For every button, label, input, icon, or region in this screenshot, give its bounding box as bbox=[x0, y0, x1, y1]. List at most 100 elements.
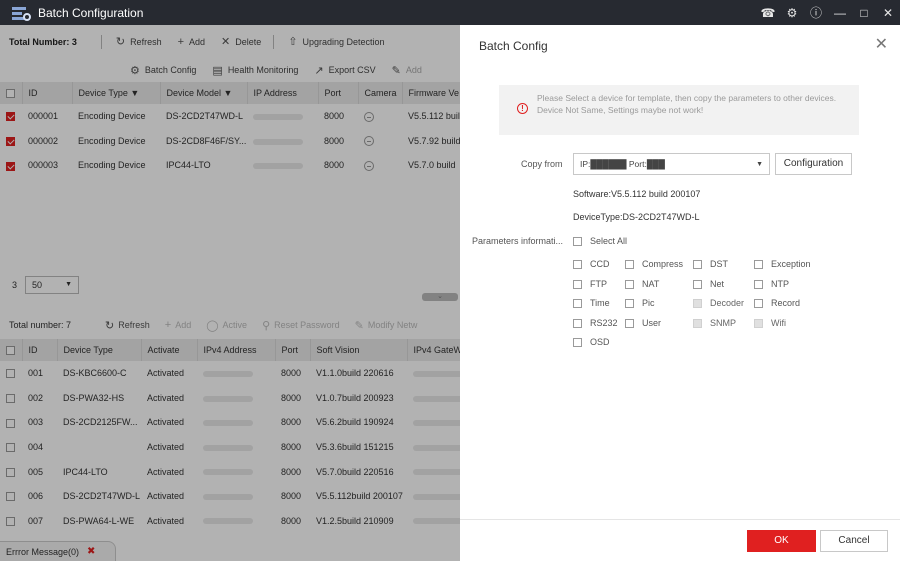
config-icon: ⚙ bbox=[130, 64, 140, 77]
filter-icon[interactable]: ▼ bbox=[130, 88, 139, 98]
param-osd[interactable]: OSD bbox=[573, 337, 610, 347]
param-ccd[interactable]: CCD bbox=[573, 259, 610, 269]
row-checkbox[interactable] bbox=[6, 393, 15, 403]
device-toolbar-row2: ⚙ Batch Config ▤ Health Monitoring ↗ Export… bbox=[0, 58, 460, 82]
param-compress[interactable]: Compress bbox=[625, 259, 683, 269]
delete-button[interactable]: ✕ Delete bbox=[221, 35, 261, 48]
export-icon: ↗ bbox=[314, 64, 324, 77]
chevron-down-icon: ▼ bbox=[756, 160, 763, 168]
row-checkbox[interactable] bbox=[6, 112, 15, 122]
add-more-button[interactable]: ✎ Add bbox=[392, 64, 422, 77]
row-checkbox[interactable] bbox=[6, 136, 15, 146]
filter-icon[interactable]: ▼ bbox=[224, 88, 233, 98]
edit-icon: ✎ bbox=[354, 319, 364, 332]
refresh-button[interactable]: ↻ Refresh bbox=[116, 35, 162, 48]
redacted-gateway bbox=[413, 420, 460, 427]
page-size-select[interactable]: 50 ▼ bbox=[25, 275, 80, 294]
col-soft-vision[interactable]: Soft Vision bbox=[310, 339, 408, 361]
pin-icon[interactable]: ✖ bbox=[87, 546, 95, 557]
reset-password-button[interactable]: ⚲ Reset Password bbox=[262, 319, 340, 332]
select-all-checkbox[interactable] bbox=[0, 339, 23, 361]
col-port[interactable]: Port bbox=[275, 339, 311, 361]
row-checkbox[interactable] bbox=[6, 467, 15, 477]
param-ftp[interactable]: FTP bbox=[573, 279, 607, 289]
plus-icon: + bbox=[177, 35, 185, 48]
title-bar: Batch Configuration ☎ ⚙ ⓘ — □ ✕ bbox=[0, 0, 900, 25]
modify-network-button[interactable]: ✎ Modify Netw bbox=[355, 319, 418, 332]
table-row[interactable]: 000001 Encoding Device DS-2CD2T47WD-L 80… bbox=[0, 104, 460, 129]
param-nat[interactable]: NAT bbox=[625, 279, 659, 289]
row-checkbox[interactable] bbox=[6, 369, 15, 379]
table-row[interactable]: 007 DS-PWA64-L-WE Activated 8000 V1.2.5build… bbox=[0, 509, 460, 534]
col-activate[interactable]: Activate bbox=[141, 339, 198, 361]
active-button[interactable]: ◯ Active bbox=[206, 319, 247, 332]
cancel-button[interactable]: Cancel bbox=[820, 530, 888, 552]
col-ipv4-address[interactable]: IPv4 Address bbox=[197, 339, 276, 361]
table-row[interactable]: 005 IPC44-LTO Activated 8000 V5.7.0build 220… bbox=[0, 459, 460, 484]
close-icon[interactable]: ✕ bbox=[875, 34, 888, 54]
param-snmp: SNMP bbox=[693, 318, 736, 328]
col-id[interactable]: ID bbox=[22, 82, 73, 104]
param-dst[interactable]: DST bbox=[693, 259, 728, 269]
col-port[interactable]: Port bbox=[318, 82, 359, 104]
online-toolbar: Total number: 7 ↻ Refresh + Add ◯ Active ⚲ R… bbox=[0, 311, 460, 339]
redacted-ip bbox=[203, 395, 253, 402]
device-toolbar: Total Number: 3 ↻ Refresh + Add ✕ Delete ⇧ U… bbox=[0, 25, 460, 58]
health-monitoring-button[interactable]: ▤ Health Monitoring bbox=[212, 64, 298, 77]
online-refresh-button[interactable]: ↻ Refresh bbox=[105, 319, 150, 332]
upgrade-detection-button[interactable]: ⇧ Upgrading Detection bbox=[288, 35, 384, 48]
batch-config-button[interactable]: ⚙ Batch Config bbox=[130, 64, 196, 77]
param-net[interactable]: Net bbox=[693, 279, 724, 289]
info-icon[interactable]: ⓘ bbox=[804, 4, 828, 21]
col-ipv4-gateway[interactable]: IPv4 GateW bbox=[407, 339, 460, 361]
table-row[interactable]: 000002 Encoding Device DS-2CD8F46F/SY...… bbox=[0, 129, 460, 154]
export-csv-button[interactable]: ↗ Export CSV bbox=[314, 64, 375, 77]
param-rs232[interactable]: RS232 bbox=[573, 318, 618, 328]
monitor-icon: ▤ bbox=[212, 64, 223, 77]
param-record[interactable]: Record bbox=[754, 298, 800, 308]
param-pic[interactable]: Pic bbox=[625, 298, 655, 308]
param-time[interactable]: Time bbox=[573, 298, 610, 308]
online-add-button[interactable]: + Add bbox=[165, 319, 191, 331]
row-checkbox[interactable] bbox=[6, 516, 15, 526]
select-all-checkbox[interactable]: Select All bbox=[573, 236, 627, 246]
table-row[interactable]: 001 DS-KBC6600-C Activated 8000 V1.1.0build … bbox=[0, 361, 460, 386]
add-button[interactable]: + Add bbox=[178, 36, 205, 48]
error-message-tab[interactable]: Errror Message(0) ✖ bbox=[0, 541, 116, 561]
table-row[interactable]: 002 DS-PWA32-HS Activated 8000 V1.0.7build 2… bbox=[0, 386, 460, 411]
redacted-ip bbox=[203, 370, 253, 377]
row-checkbox[interactable] bbox=[6, 443, 15, 453]
col-firmware[interactable]: Firmware Ve bbox=[402, 82, 460, 104]
row-checkbox[interactable] bbox=[6, 418, 15, 428]
col-ip-address[interactable]: IP Address bbox=[247, 82, 319, 104]
ok-button[interactable]: OK bbox=[747, 530, 816, 552]
redacted-ip bbox=[203, 444, 253, 451]
gear-icon[interactable]: ⚙ bbox=[780, 6, 804, 20]
table-row[interactable]: 000003 Encoding Device IPC44-LTO 8000 V5… bbox=[0, 153, 460, 178]
col-camera[interactable]: Camera bbox=[358, 82, 403, 104]
redacted-ip bbox=[203, 493, 253, 500]
col-id[interactable]: ID bbox=[22, 339, 58, 361]
col-device-type[interactable]: Device Type bbox=[57, 339, 142, 361]
redacted-ip bbox=[253, 138, 303, 145]
splitter-handle[interactable]: ⌄ bbox=[422, 293, 458, 301]
minimize-icon[interactable]: — bbox=[828, 6, 852, 20]
col-device-type[interactable]: Device Type ▼ bbox=[72, 82, 161, 104]
table-row[interactable]: 004 Activated 8000 V5.3.6build 151215 bbox=[0, 435, 460, 460]
param-user[interactable]: User bbox=[625, 318, 661, 328]
configuration-button[interactable]: Configuration bbox=[775, 153, 852, 175]
col-device-model[interactable]: Device Model ▼ bbox=[160, 82, 248, 104]
bell-icon[interactable]: ☎ bbox=[756, 6, 780, 20]
row-checkbox[interactable] bbox=[6, 161, 15, 171]
param-ntp[interactable]: NTP bbox=[754, 279, 789, 289]
copy-from-select[interactable]: IP:██████ Port:███ ▼ bbox=[573, 153, 770, 175]
close-icon[interactable]: ✕ bbox=[876, 6, 900, 20]
pager: 3 50 ▼ bbox=[0, 270, 460, 300]
maximize-icon[interactable]: □ bbox=[852, 6, 876, 20]
refresh-icon: ↻ bbox=[115, 36, 126, 48]
table-row[interactable]: 003 DS-2CD2125FW... Activated 8000 V5.6.2bui… bbox=[0, 410, 460, 435]
row-checkbox[interactable] bbox=[6, 492, 15, 502]
table-row[interactable]: 006 DS-2CD2T47WD-L Activated 8000 V5.5.112bu… bbox=[0, 484, 460, 509]
select-all-checkbox[interactable] bbox=[0, 82, 23, 104]
param-exception[interactable]: Exception bbox=[754, 259, 811, 269]
